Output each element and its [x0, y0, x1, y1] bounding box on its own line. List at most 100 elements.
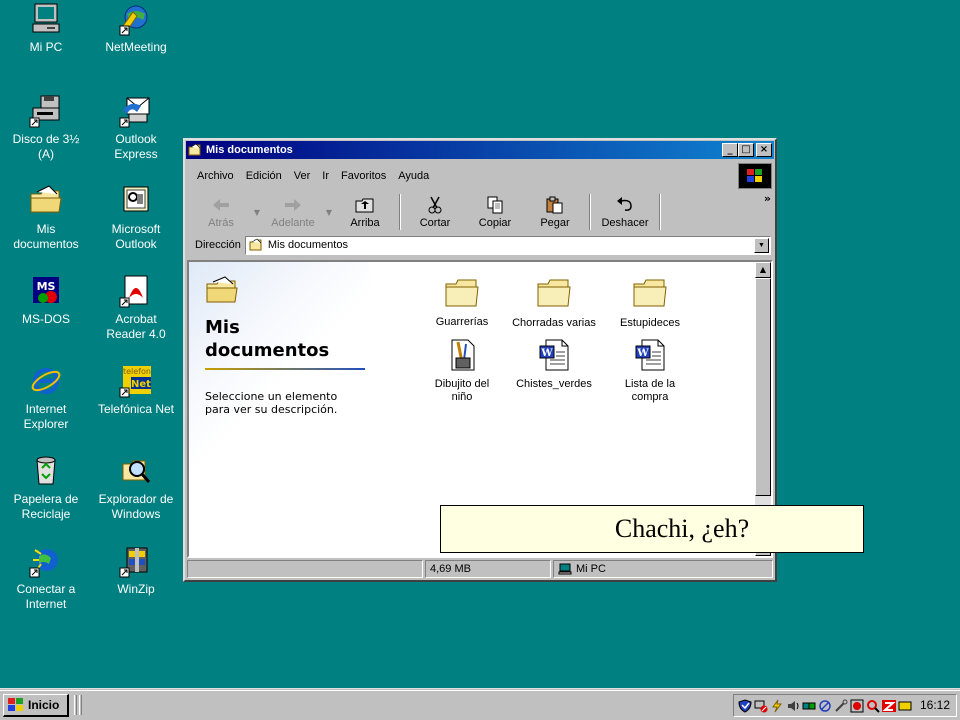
- desktop-icon-label: Telefónica Net: [97, 402, 175, 416]
- menu-edicion[interactable]: Edición: [240, 170, 288, 182]
- desktop-icon-label: Outlook Express: [114, 132, 158, 161]
- outlook-express-icon: [119, 97, 150, 128]
- menu-ir[interactable]: Ir: [316, 170, 335, 182]
- toolbar-more-chevron[interactable]: »: [764, 192, 771, 205]
- back-button[interactable]: Atrás: [191, 190, 251, 234]
- address-label: Dirección: [195, 239, 241, 251]
- desktop-icon-label: Internet Explorer: [23, 402, 69, 431]
- forward-dropdown-icon[interactable]: ▼: [323, 190, 335, 234]
- forward-button[interactable]: Adelante: [263, 190, 323, 234]
- item-label: Chorradas varias: [512, 317, 596, 329]
- start-label: Inicio: [28, 698, 60, 712]
- undo-button[interactable]: Deshacer: [595, 190, 655, 234]
- zonealarm-icon[interactable]: [882, 699, 896, 713]
- floppy-drive-icon: [29, 95, 60, 128]
- up-button[interactable]: Arriba: [335, 190, 395, 234]
- desktop-icon-internet-explorer[interactable]: Internet Explorer: [4, 364, 88, 446]
- search-icon[interactable]: [866, 699, 880, 713]
- status-size: 4,69 MB: [425, 560, 551, 578]
- desktop-icon-label: MS-DOS: [22, 312, 70, 326]
- desktop-icon-recycle-bin[interactable]: Papelera de Reciclaje: [4, 454, 88, 536]
- clock[interactable]: 16:12: [920, 695, 950, 716]
- lightning-icon[interactable]: [770, 699, 784, 713]
- desktop-icon-microsoft-outlook[interactable]: Microsoft Outlook: [94, 184, 178, 266]
- folder-icon: [633, 279, 667, 307]
- menu-bar: Archivo Edición Ver Ir Favoritos Ayuda: [191, 165, 739, 187]
- desktop-icon-acrobat-reader[interactable]: Acrobat Reader 4.0: [94, 274, 178, 356]
- desktop-icon-outlook-express[interactable]: Outlook Express: [94, 94, 178, 176]
- desktop-icon-label: Conectar a Internet: [16, 582, 76, 611]
- desktop-icon-ms-dos[interactable]: MS MS-DOS: [4, 274, 88, 356]
- desktop-icon-mi-pc[interactable]: Mi PC: [4, 2, 88, 84]
- scroll-up-button[interactable]: ▲: [755, 262, 771, 278]
- antenna-icon[interactable]: [818, 699, 832, 713]
- forward-label: Adelante: [271, 216, 315, 229]
- svg-text:telefon: telefon: [123, 367, 151, 376]
- folder-item[interactable]: Chorradas varias: [511, 276, 597, 330]
- web-view-panel: Mis documentos Seleccione un elemento pa…: [189, 262, 369, 556]
- outlook-icon: [123, 186, 149, 212]
- panel-title: Mis documentos: [205, 317, 330, 361]
- taskbar: Inicio 16:12: [0, 688, 960, 720]
- menu-archivo[interactable]: Archivo: [191, 170, 240, 182]
- paste-label: Pegar: [540, 216, 570, 229]
- menu-favoritos[interactable]: Favoritos: [335, 170, 392, 182]
- connection-icon[interactable]: [802, 699, 816, 713]
- taskbar-grip[interactable]: [74, 695, 77, 715]
- file-item[interactable]: W Chistes_verdes: [511, 338, 597, 391]
- desktop-icon-connect-internet[interactable]: Conectar a Internet: [4, 544, 88, 626]
- desktop-icon-floppy[interactable]: Disco de 3½ (A): [4, 94, 88, 176]
- documents-folder-icon: [206, 276, 238, 303]
- desktop-icon-winzip[interactable]: WinZip: [94, 544, 178, 626]
- paint-file-icon: [451, 339, 475, 371]
- desktop-icon-telefonica-net[interactable]: telefon Net Telefónica Net: [94, 364, 178, 446]
- cut-button[interactable]: Cortar: [405, 190, 465, 234]
- adapter-icon[interactable]: [898, 699, 912, 713]
- item-label: Chistes_verdes: [516, 378, 592, 390]
- item-label: Estupideces: [620, 317, 680, 329]
- up-folder-icon: [355, 198, 374, 212]
- window-titlebar[interactable]: Mis documentos _ □ ×: [186, 141, 774, 159]
- word-document-icon: W: [635, 339, 665, 371]
- antivirus-icon[interactable]: [850, 699, 864, 713]
- taskbar-grip[interactable]: [79, 695, 82, 715]
- file-item[interactable]: Dibujito del niño: [419, 338, 505, 404]
- desktop-icon-mis-documentos[interactable]: Mis documentos: [4, 184, 88, 266]
- acrobat-icon: [119, 275, 148, 308]
- desktop-icon-label: NetMeeting: [105, 40, 167, 54]
- status-location-text: Mi PC: [576, 563, 606, 575]
- folder-small-icon: [188, 143, 201, 156]
- scroll-thumb[interactable]: [755, 278, 771, 496]
- menu-ver[interactable]: Ver: [288, 170, 317, 182]
- windows-explorer-icon: [122, 460, 151, 483]
- desktop-icon-netmeeting[interactable]: NetMeeting: [94, 2, 178, 84]
- folder-item[interactable]: Guarrerías: [419, 276, 505, 329]
- copy-button[interactable]: Copiar: [465, 190, 525, 234]
- folder-item[interactable]: Estupideces: [607, 276, 693, 330]
- toolbar: Atrás ▼ Adelante ▼ Arriba Cortar Copiar …: [191, 190, 771, 234]
- desktop-icon-label: Explorador de Windows: [98, 492, 174, 521]
- winzip-icon: [119, 547, 148, 578]
- close-button[interactable]: ×: [756, 143, 772, 157]
- back-arrow-icon: [213, 198, 229, 211]
- up-label: Arriba: [350, 216, 380, 229]
- minimize-button[interactable]: _: [722, 143, 738, 157]
- file-item[interactable]: W Lista de la compra: [607, 338, 693, 404]
- address-dropdown-button[interactable]: ▼: [754, 237, 769, 253]
- windows-logo-icon: [738, 163, 772, 189]
- desktop-icon-label: Mi PC: [29, 40, 63, 54]
- item-label: Dibujito del niño: [434, 378, 490, 403]
- desktop-icon-windows-explorer[interactable]: Explorador de Windows: [94, 454, 178, 536]
- desktop-icon-label: Mis documentos: [13, 222, 79, 251]
- computer-icon: [32, 3, 60, 33]
- address-field[interactable]: Mis documentos ▼: [244, 235, 771, 255]
- menu-ayuda[interactable]: Ayuda: [392, 170, 435, 182]
- shield-icon[interactable]: [738, 698, 752, 713]
- speaker-icon[interactable]: [786, 699, 800, 713]
- tools-icon[interactable]: [834, 699, 848, 713]
- paste-button[interactable]: Pegar: [525, 190, 585, 234]
- maximize-button[interactable]: □: [738, 143, 754, 157]
- network-blocked-icon[interactable]: [754, 699, 768, 713]
- back-dropdown-icon[interactable]: ▼: [251, 190, 263, 234]
- start-button[interactable]: Inicio: [3, 694, 69, 717]
